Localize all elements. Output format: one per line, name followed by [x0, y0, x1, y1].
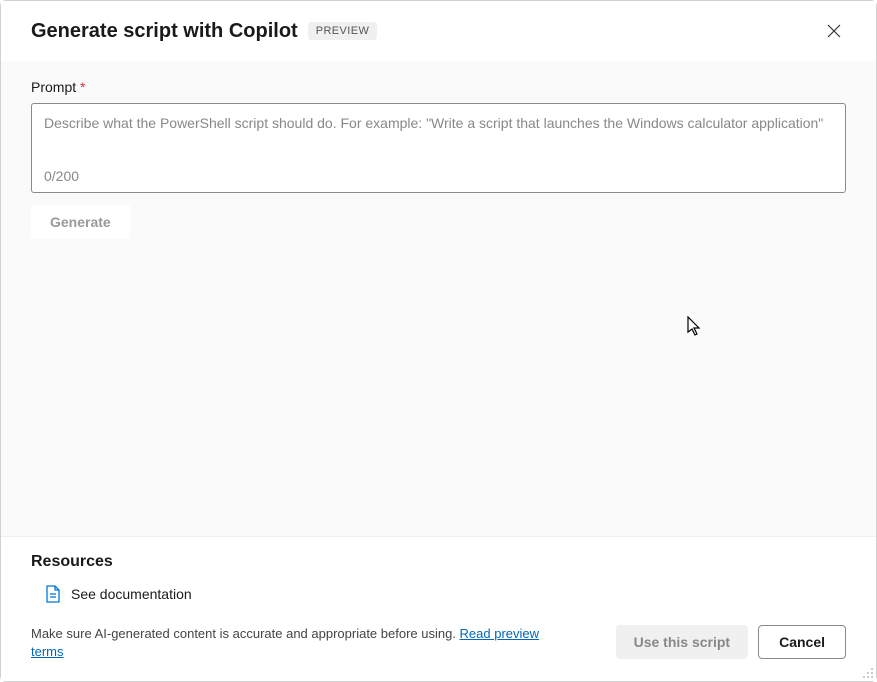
header-title-group: Generate script with Copilot PREVIEW [31, 20, 377, 43]
prompt-label: Prompt * [31, 79, 85, 95]
documentation-link[interactable]: See documentation [45, 585, 192, 603]
use-script-button[interactable]: Use this script [616, 625, 748, 659]
prompt-char-counter: 0/200 [44, 168, 833, 184]
dialog-body: Prompt * Describe what the PowerShell sc… [1, 61, 876, 536]
documentation-link-label: See documentation [71, 586, 192, 602]
document-icon [45, 585, 61, 603]
preview-badge: PREVIEW [308, 22, 378, 40]
dialog-footer: Resources See documentation Make sure AI… [1, 536, 876, 681]
resize-grip-icon [862, 667, 874, 679]
close-icon [826, 23, 842, 39]
prompt-placeholder: Describe what the PowerShell script shou… [44, 114, 833, 160]
generate-button[interactable]: Generate [31, 205, 130, 239]
close-button[interactable] [822, 19, 846, 43]
copilot-script-dialog: Generate script with Copilot PREVIEW Pro… [0, 0, 877, 682]
disclaimer-text: Make sure AI-generated content is accura… [31, 625, 571, 661]
prompt-textarea[interactable]: Describe what the PowerShell script shou… [31, 103, 846, 193]
dialog-title: Generate script with Copilot [31, 20, 298, 43]
footer-bottom-row: Make sure AI-generated content is accura… [31, 625, 846, 661]
required-indicator: * [80, 79, 85, 95]
cancel-button[interactable]: Cancel [758, 625, 846, 659]
action-button-group: Use this script Cancel [616, 625, 846, 659]
resources-heading: Resources [31, 553, 846, 571]
dialog-header: Generate script with Copilot PREVIEW [1, 1, 876, 61]
